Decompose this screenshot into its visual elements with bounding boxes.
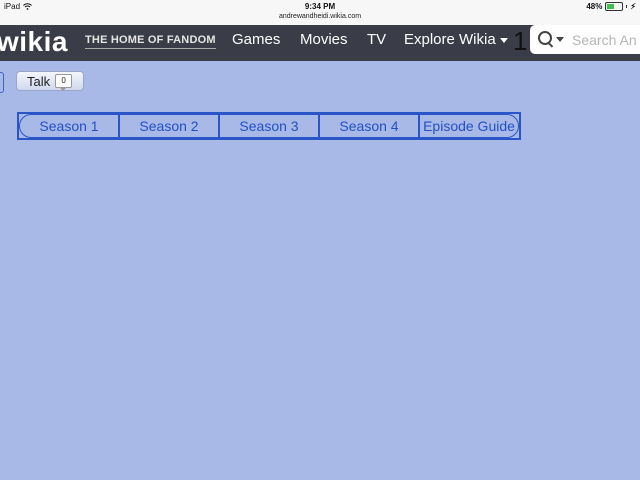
nav-tv[interactable]: TV xyxy=(367,31,386,48)
charging-bolt-icon: ⚡︎ xyxy=(630,2,636,11)
clock: 9:34 PM xyxy=(304,2,336,11)
tab-season-1[interactable]: Season 1 xyxy=(19,114,119,138)
status-right: 48% ⚡︎ xyxy=(586,2,636,11)
nav-games[interactable]: Games xyxy=(232,31,280,48)
tab-season-3[interactable]: Season 3 xyxy=(219,114,319,138)
search-input[interactable] xyxy=(572,31,640,48)
header-tagline[interactable]: THE HOME OF FANDOM xyxy=(85,33,216,49)
search-scope-chevron-icon[interactable] xyxy=(556,37,564,42)
ios-status-bar: iPad 9:34 PM andrewandheidi.wikia.com 48… xyxy=(0,0,640,25)
search-icon[interactable] xyxy=(538,30,556,49)
battery-percent: 48% xyxy=(586,2,603,11)
tab-episode-guide[interactable]: Episode Guide xyxy=(419,114,519,138)
tab-season-2[interactable]: Season 2 xyxy=(119,114,219,138)
talk-button[interactable]: Talk 0 xyxy=(16,71,84,91)
nav-explore-label: Explore Wikia xyxy=(404,31,496,48)
talk-label: Talk xyxy=(27,73,51,89)
battery-icon xyxy=(605,2,624,11)
edge-tab-marker[interactable] xyxy=(0,72,4,93)
wikia-header: wikia THE HOME OF FANDOM Games Movies TV… xyxy=(0,25,640,61)
search-box[interactable] xyxy=(530,25,640,54)
nav-explore-wikia[interactable]: Explore Wikia xyxy=(404,31,508,48)
clipped-text: 1 xyxy=(513,26,528,56)
nav-movies[interactable]: Movies xyxy=(300,31,348,48)
season-tabs: Season 1 Season 2 Season 3 Season 4 Epis… xyxy=(17,112,521,140)
chevron-down-icon xyxy=(499,37,508,43)
battery-tip xyxy=(626,5,628,8)
battery-fill xyxy=(607,4,615,9)
address-url[interactable]: andrewandheidi.wikia.com xyxy=(0,13,640,20)
wikia-logo[interactable]: wikia xyxy=(0,26,68,58)
talk-count-badge: 0 xyxy=(55,74,73,91)
tab-season-4[interactable]: Season 4 xyxy=(319,114,419,138)
